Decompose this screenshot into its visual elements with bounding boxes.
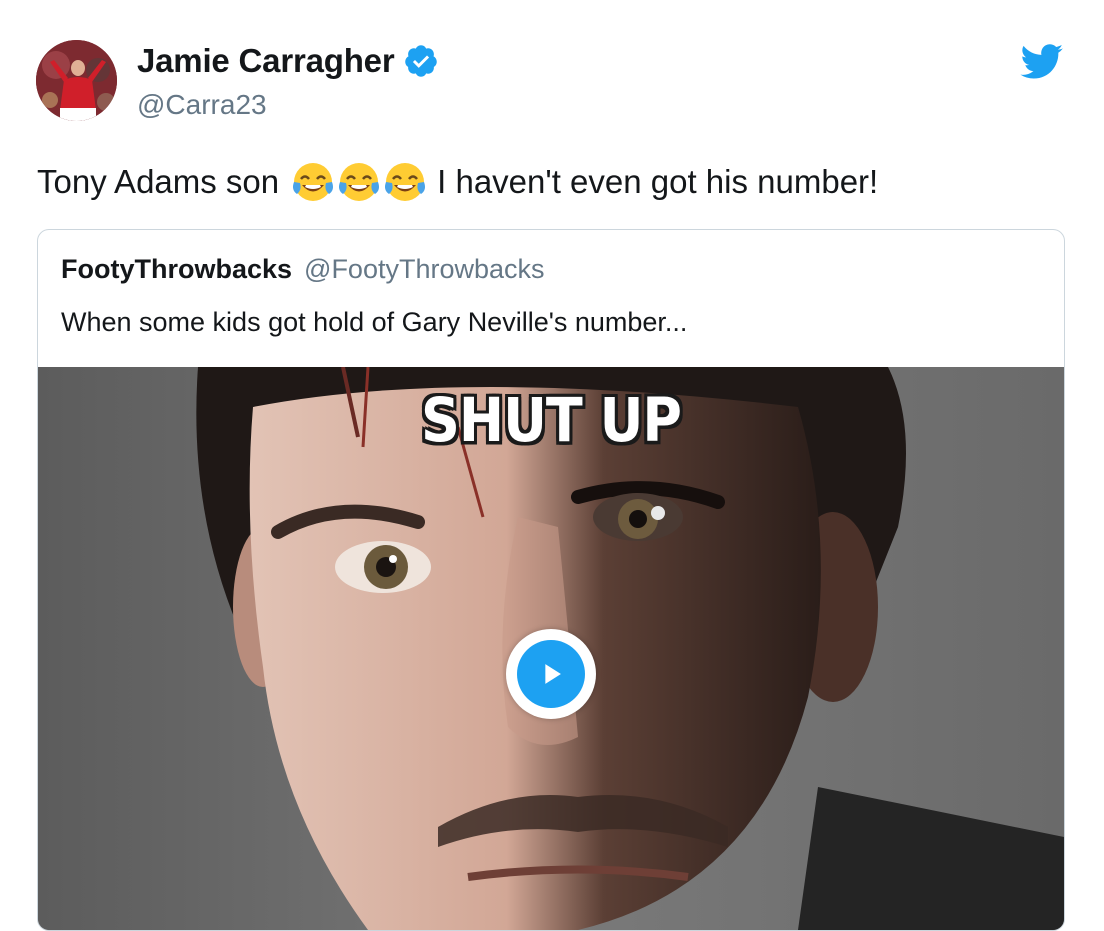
face-with-tears-of-joy-icon	[337, 160, 381, 204]
twitter-bird-icon[interactable]	[1020, 44, 1064, 80]
play-button[interactable]	[506, 629, 596, 719]
player-avatar-image	[36, 40, 117, 121]
author-display-name[interactable]: Jamie Carragher	[137, 42, 395, 80]
tweet-text-before: Tony Adams son	[37, 163, 280, 200]
quoted-tweet-card[interactable]: FootyThrowbacks @FootyThrowbacks When so…	[37, 229, 1065, 931]
video-thumbnail[interactable]: SHUT UP	[38, 367, 1064, 930]
video-caption: SHUT UP	[421, 385, 682, 456]
face-with-tears-of-joy-icon	[291, 160, 335, 204]
quoted-tweet-header: FootyThrowbacks @FootyThrowbacks	[61, 254, 545, 285]
avatar[interactable]	[36, 40, 117, 121]
face-with-tears-of-joy-icon	[383, 160, 427, 204]
play-icon	[517, 640, 585, 708]
tweet-text: Tony Adams son I haven't even got his nu…	[37, 160, 878, 204]
author-handle[interactable]: @Carra23	[137, 89, 267, 121]
quoted-author-handle[interactable]: @FootyThrowbacks	[304, 254, 544, 285]
tweet-text-after: I haven't even got his number!	[437, 163, 879, 200]
emoji-row	[291, 160, 427, 204]
verified-badge-icon	[403, 43, 439, 79]
quoted-tweet-text: When some kids got hold of Gary Neville'…	[61, 307, 688, 337]
author-name-row: Jamie Carragher	[137, 42, 439, 80]
quoted-author-name[interactable]: FootyThrowbacks	[61, 254, 292, 285]
